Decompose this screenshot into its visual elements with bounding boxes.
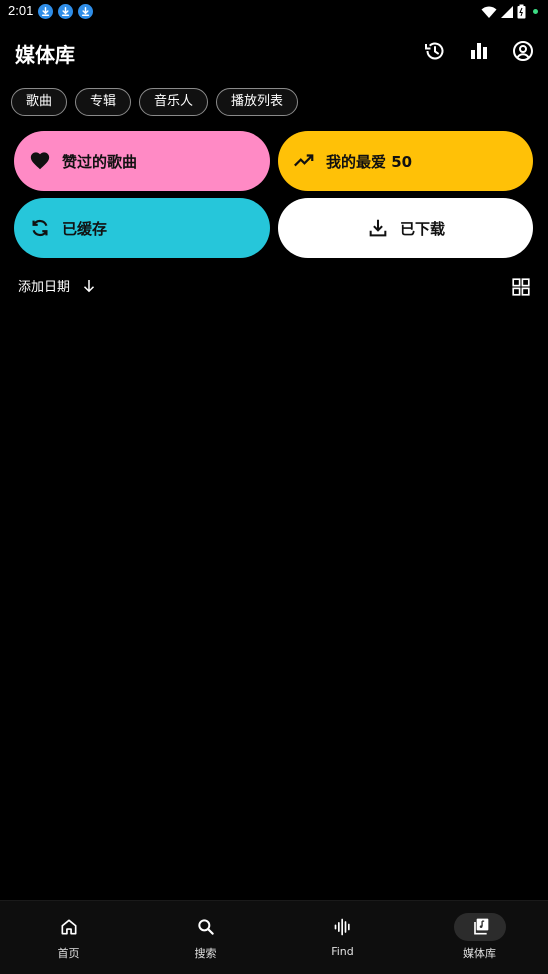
nav-find[interactable]: Find — [274, 901, 411, 974]
library-icon — [453, 913, 506, 941]
page-title: 媒体库 — [15, 43, 75, 67]
trending-up-icon — [293, 150, 315, 172]
liked-songs-card[interactable]: 赞过的歌曲 — [14, 131, 270, 191]
nav-home[interactable]: 首页 — [0, 901, 137, 974]
nav-home-label: 首页 — [57, 947, 80, 960]
chip-playlists[interactable]: 播放列表 — [216, 88, 299, 116]
arrow-down-icon — [80, 277, 98, 295]
bottom-navigation: 首页 搜索 Find 媒体库 — [0, 900, 548, 974]
heart-icon — [29, 150, 51, 172]
nav-search[interactable]: 搜索 — [137, 901, 274, 974]
nav-library-label: 媒体库 — [463, 947, 496, 960]
cached-label: 已缓存 — [62, 220, 108, 238]
sort-control[interactable]: 添加日期 — [18, 276, 98, 295]
history-icon[interactable] — [423, 39, 447, 63]
liked-songs-label: 赞过的歌曲 — [62, 153, 138, 171]
grid-view-icon[interactable] — [510, 276, 532, 298]
chip-artists[interactable]: 音乐人 — [139, 88, 209, 116]
cached-card[interactable]: 已缓存 — [14, 198, 270, 258]
nav-search-label: 搜索 — [194, 947, 217, 960]
search-icon — [180, 913, 232, 941]
download-notification-icon — [58, 4, 73, 19]
chip-songs[interactable]: 歌曲 — [11, 88, 68, 116]
download-icon — [367, 217, 389, 239]
status-time: 2:01 — [8, 3, 34, 18]
download-notification-icon — [78, 4, 93, 19]
cellular-signal-icon — [501, 5, 513, 18]
downloaded-card[interactable]: 已下载 — [278, 198, 533, 258]
downloaded-label: 已下载 — [400, 220, 446, 238]
home-icon — [43, 913, 95, 941]
filter-chips: 歌曲 专辑 音乐人 播放列表 — [11, 88, 299, 116]
top-50-label: 我的最爱 50 — [326, 153, 413, 171]
sync-icon — [29, 217, 51, 239]
app-bar: 媒体库 — [0, 30, 548, 74]
waveform-icon — [317, 913, 369, 941]
sort-label: 添加日期 — [18, 280, 71, 295]
stats-chart-icon[interactable] — [467, 39, 491, 63]
privacy-indicator-dot — [533, 9, 538, 14]
download-notification-icon — [38, 4, 53, 19]
nav-find-label: Find — [331, 945, 354, 958]
nav-library[interactable]: 媒体库 — [411, 901, 548, 974]
battery-icon — [517, 4, 526, 19]
chip-albums[interactable]: 专辑 — [75, 88, 132, 116]
wifi-icon — [481, 6, 497, 18]
account-icon[interactable] — [511, 39, 535, 63]
top-50-card[interactable]: 我的最爱 50 — [278, 131, 533, 191]
status-bar: 2:01 — [0, 0, 548, 24]
